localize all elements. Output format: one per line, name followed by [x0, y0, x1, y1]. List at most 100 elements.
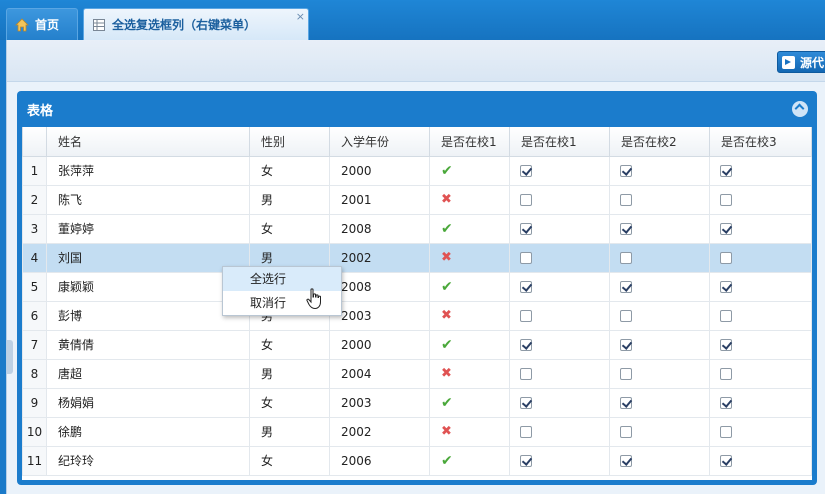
header-name[interactable]: 姓名	[46, 127, 250, 157]
table-row[interactable]: 8 唐超男 2004 ✖	[22, 358, 812, 389]
row-checkbox[interactable]	[620, 223, 632, 235]
check-icon: ✔	[441, 336, 453, 353]
row-checkbox[interactable]	[720, 194, 732, 206]
check-icon: ✔	[441, 278, 453, 295]
cell-year: 2000	[329, 329, 430, 360]
table-row[interactable]: 7 黄倩倩女 2000 ✔	[22, 329, 812, 360]
row-checkbox[interactable]	[620, 455, 632, 467]
row-checkbox[interactable]	[720, 368, 732, 380]
cell-checkbox-3	[709, 155, 812, 186]
table-row[interactable]: 2 陈飞男 2001 ✖	[22, 184, 812, 215]
cross-icon: ✖	[441, 192, 452, 207]
cross-icon: ✖	[441, 308, 452, 323]
cell-name: 纪玲玲	[46, 445, 250, 476]
cross-icon: ✖	[441, 366, 452, 381]
row-checkbox[interactable]	[720, 397, 732, 409]
row-checkbox[interactable]	[520, 455, 532, 467]
row-checkbox[interactable]	[520, 426, 532, 438]
row-checkbox[interactable]	[520, 165, 532, 177]
table-row[interactable]: 5康颖颖女2008✔	[22, 271, 812, 302]
cell-checkbox-1	[509, 242, 610, 273]
collapse-icon[interactable]	[792, 101, 808, 117]
tab-checkbox-grid[interactable]: 全选复选框列（右键菜单） ×	[83, 8, 309, 40]
close-icon[interactable]: ×	[296, 10, 305, 23]
cell-gender: 女	[249, 213, 330, 244]
table-row[interactable]: 3 董婷婷女 2008 ✔	[22, 213, 812, 244]
tab-checkbox-grid-label: 全选复选框列（右键菜单）	[112, 18, 257, 32]
toolbar: 源代	[7, 40, 825, 82]
table-row[interactable]: 6 彭博男 2003 ✖	[22, 300, 812, 331]
row-checkbox[interactable]	[520, 310, 532, 322]
row-checkbox[interactable]	[720, 223, 732, 235]
cell-checkbox-3	[709, 242, 812, 273]
table-row[interactable]: 11 纪玲玲女 2006 ✔	[22, 445, 812, 476]
row-checkbox[interactable]	[720, 455, 732, 467]
row-checkbox[interactable]	[520, 397, 532, 409]
header-gender[interactable]: 性别	[249, 127, 330, 157]
header-checkbox-3[interactable]: 是否在校3	[709, 127, 812, 157]
tab-home[interactable]: 首页	[6, 8, 78, 40]
row-checkbox[interactable]	[720, 281, 732, 293]
row-checkbox[interactable]	[620, 368, 632, 380]
cell-in-school: ✖	[429, 416, 510, 447]
hand-pointer-icon	[306, 288, 321, 310]
row-checkbox[interactable]	[620, 426, 632, 438]
cell-name: 杨娟娟	[46, 387, 250, 418]
table-row[interactable]: 4 刘国男 2002 ✖	[22, 242, 812, 273]
cell-year: 2003	[329, 387, 430, 418]
row-checkbox[interactable]	[620, 252, 632, 264]
cell-name: 刘国	[46, 242, 250, 273]
cell-checkbox-2	[609, 271, 710, 302]
row-checkbox[interactable]	[720, 339, 732, 351]
sidebar-expand-handle[interactable]	[7, 340, 13, 374]
cell-checkbox-2	[609, 155, 710, 186]
header-checkbox-1[interactable]: 是否在校1	[509, 127, 610, 157]
cell-year: 2008	[329, 271, 430, 302]
cell-checkbox-2	[609, 416, 710, 447]
row-checkbox[interactable]	[620, 397, 632, 409]
cell-checkbox-1	[509, 213, 610, 244]
row-checkbox[interactable]	[720, 310, 732, 322]
row-number: 3	[22, 213, 47, 244]
cell-checkbox-1	[509, 300, 610, 331]
table-row[interactable]: 10 徐鹏男 2002 ✖	[22, 416, 812, 447]
row-checkbox[interactable]	[620, 194, 632, 206]
cell-checkbox-3	[709, 329, 812, 360]
row-checkbox[interactable]	[620, 310, 632, 322]
source-code-icon	[782, 55, 795, 69]
row-checkbox[interactable]	[620, 281, 632, 293]
check-icon: ✔	[441, 394, 453, 411]
table-row[interactable]: 1 张萍萍女 2000 ✔	[22, 155, 812, 186]
row-checkbox[interactable]	[520, 281, 532, 293]
header-in-school-1[interactable]: 是否在校1	[429, 127, 510, 157]
row-checkbox[interactable]	[620, 165, 632, 177]
row-checkbox[interactable]	[520, 252, 532, 264]
cell-name: 黄倩倩	[46, 329, 250, 360]
cell-name: 徐鹏	[46, 416, 250, 447]
cell-checkbox-1	[509, 416, 610, 447]
header-year[interactable]: 入学年份	[329, 127, 430, 157]
header-checkbox-2[interactable]: 是否在校2	[609, 127, 710, 157]
grid-panel: 表格 姓名 性别 入学年份 是否在校1 是否在校1 是否在校2 是否在校3 1 …	[17, 91, 817, 485]
row-checkbox[interactable]	[520, 339, 532, 351]
cell-checkbox-3	[709, 387, 812, 418]
cell-in-school: ✔	[429, 387, 510, 418]
table-row[interactable]: 9 杨娟娟女 2003 ✔	[22, 387, 812, 418]
cell-year: 2000	[329, 155, 430, 186]
source-code-button[interactable]: 源代	[777, 51, 825, 73]
row-checkbox[interactable]	[720, 252, 732, 264]
cell-in-school: ✔	[429, 445, 510, 476]
cell-checkbox-2	[609, 184, 710, 215]
grid-icon	[93, 18, 105, 31]
row-number: 10	[22, 416, 47, 447]
cell-year: 2004	[329, 358, 430, 389]
row-number: 7	[22, 329, 47, 360]
tab-bar: 首页 全选复选框列（右键菜单） ×	[0, 0, 825, 40]
cell-gender: 女	[249, 387, 330, 418]
row-checkbox[interactable]	[520, 368, 532, 380]
row-checkbox[interactable]	[520, 223, 532, 235]
row-checkbox[interactable]	[520, 194, 532, 206]
row-checkbox[interactable]	[720, 426, 732, 438]
row-checkbox[interactable]	[720, 165, 732, 177]
row-checkbox[interactable]	[620, 339, 632, 351]
